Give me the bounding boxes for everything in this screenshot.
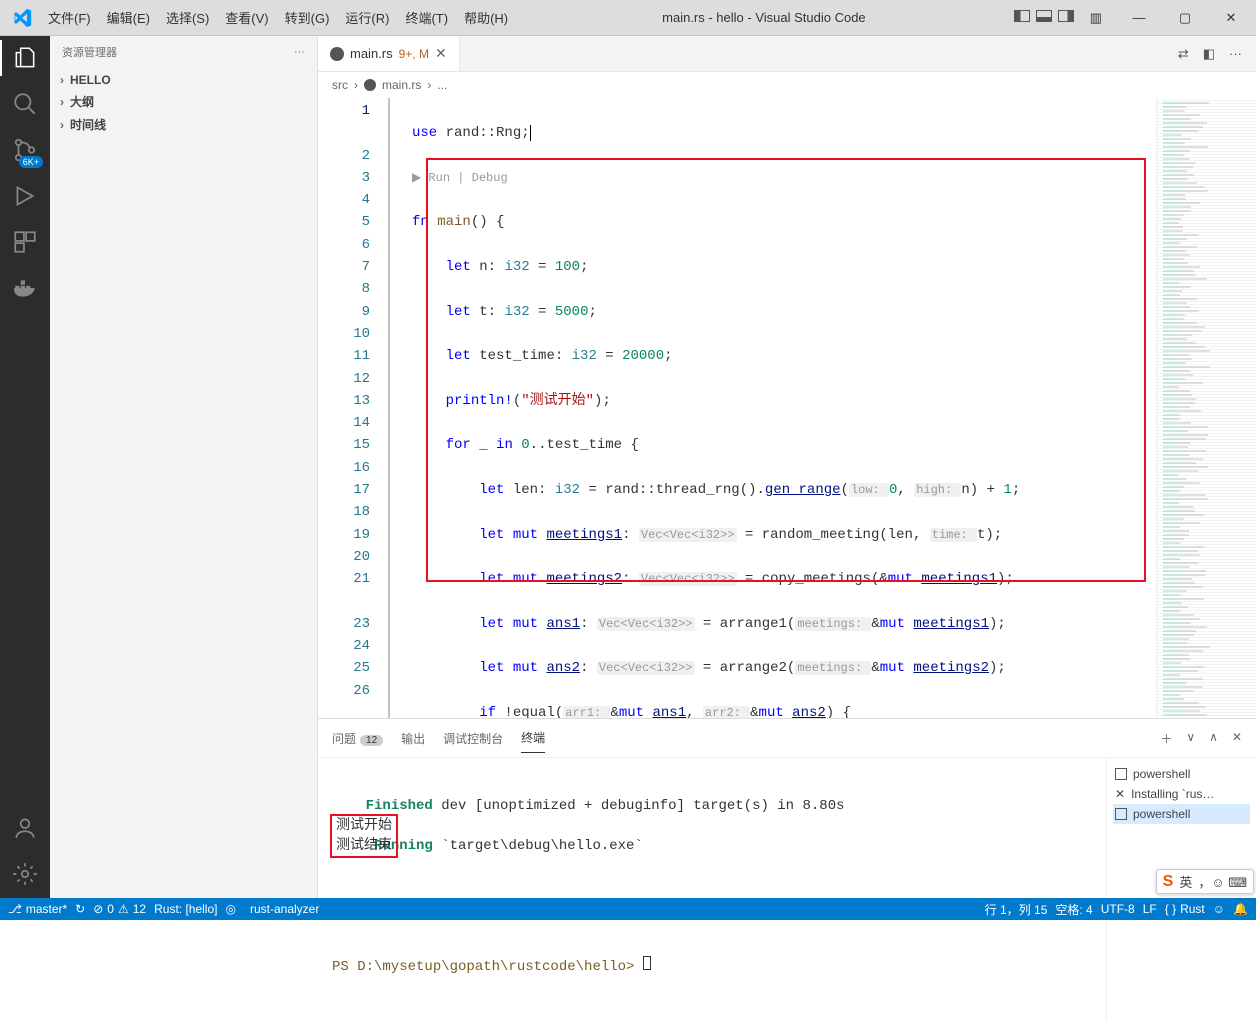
- menu-go[interactable]: 转到(G): [279, 4, 336, 31]
- new-terminal-icon[interactable]: ＋: [1160, 730, 1172, 747]
- toggle-secondary-icon[interactable]: [1058, 10, 1074, 22]
- extensions-icon[interactable]: [11, 228, 39, 256]
- search-icon[interactable]: [11, 90, 39, 118]
- tab-main-rs[interactable]: main.rs 9+, M ✕: [318, 36, 460, 71]
- editor[interactable]: 1 2 3 4 5 6 7 8 9 10 11 12 13 14 15 16 1…: [318, 98, 1256, 718]
- menu-view[interactable]: 查看(V): [219, 4, 274, 31]
- sidebar-title: 资源管理器: [62, 44, 117, 60]
- maximize-panel-icon[interactable]: ∧: [1209, 730, 1218, 747]
- window-controls: — ▢ ✕: [1122, 10, 1248, 26]
- code-content[interactable]: use rand::Rng; ▶ Run | Debug fn main() {…: [398, 98, 1156, 718]
- terminal-item[interactable]: powershell: [1113, 804, 1250, 824]
- toggle-sidebar-icon[interactable]: [1014, 10, 1030, 22]
- sidebar-more-icon[interactable]: ···: [294, 46, 305, 58]
- rust-project-status[interactable]: Rust: [hello]: [154, 902, 217, 916]
- sidebar-section-timeline[interactable]: ›时间线: [50, 113, 317, 136]
- source-control-icon[interactable]: 6K+: [11, 136, 39, 164]
- breadcrumbs[interactable]: src › main.rs › ...: [318, 72, 1256, 98]
- terminal-icon: [1115, 808, 1127, 820]
- tab-label: main.rs: [350, 46, 393, 61]
- docker-icon[interactable]: [11, 274, 39, 302]
- tools-icon: ✕: [1115, 787, 1125, 801]
- sidebar: 资源管理器 ··· ›HELLO ›大纲 ›时间线: [50, 36, 318, 898]
- broadcast-icon[interactable]: ◎: [225, 902, 235, 916]
- panel-tab-terminal[interactable]: 终端: [521, 723, 545, 753]
- terminal[interactable]: Finished dev [unoptimized + debuginfo] t…: [318, 758, 1106, 1020]
- rust-file-icon: [330, 47, 344, 61]
- language-status[interactable]: { } Rust: [1165, 902, 1205, 916]
- window-title: main.rs - hello - Visual Studio Code: [514, 10, 1014, 25]
- titlebar: 文件(F) 编辑(E) 选择(S) 查看(V) 转到(G) 运行(R) 终端(T…: [0, 0, 1256, 36]
- highlight-box: [426, 158, 1146, 582]
- sogou-icon: S: [1163, 873, 1174, 891]
- scm-badge: 6K+: [19, 156, 43, 168]
- breadcrumb-folder[interactable]: src: [332, 78, 348, 92]
- sync-status[interactable]: ↻: [75, 902, 85, 916]
- terminal-item[interactable]: powershell: [1113, 764, 1250, 784]
- editor-area: main.rs 9+, M ✕ ⇄ ◧ ··· src › main.rs › …: [318, 36, 1256, 898]
- errors-status[interactable]: ⊘ 0 ⚠ 12: [93, 902, 146, 916]
- customize-layout-icon[interactable]: ▥: [1090, 10, 1102, 26]
- menu-run[interactable]: 运行(R): [339, 4, 395, 31]
- close-icon[interactable]: ✕: [1214, 10, 1248, 26]
- tab-close-icon[interactable]: ✕: [435, 45, 447, 62]
- split-editor-icon[interactable]: ◧: [1203, 46, 1215, 62]
- tabbar: main.rs 9+, M ✕ ⇄ ◧ ···: [318, 36, 1256, 72]
- sidebar-section-hello[interactable]: ›HELLO: [50, 70, 317, 90]
- vscode-logo-icon: [12, 8, 32, 28]
- terminal-item[interactable]: ✕Installing `rus…: [1113, 784, 1250, 804]
- menu-help[interactable]: 帮助(H): [458, 4, 514, 31]
- branch-status[interactable]: ⎇ master*: [8, 902, 67, 916]
- menubar: 文件(F) 编辑(E) 选择(S) 查看(V) 转到(G) 运行(R) 终端(T…: [42, 4, 514, 31]
- menu-select[interactable]: 选择(S): [160, 4, 215, 31]
- settings-icon[interactable]: [11, 860, 39, 888]
- compare-icon[interactable]: ⇄: [1178, 46, 1189, 62]
- menu-edit[interactable]: 编辑(E): [101, 4, 156, 31]
- ime-indicator[interactable]: S 英，☺ ⌨: [1156, 869, 1254, 894]
- feedback-icon[interactable]: ☺: [1213, 902, 1225, 916]
- activitybar: 6K+: [0, 36, 50, 898]
- panel-tab-output[interactable]: 输出: [401, 724, 425, 753]
- bell-icon[interactable]: 🔔: [1233, 902, 1248, 916]
- explorer-icon[interactable]: [11, 44, 39, 72]
- rust-file-icon: [364, 79, 376, 91]
- account-icon[interactable]: [11, 814, 39, 842]
- panel-tab-debug[interactable]: 调试控制台: [443, 724, 503, 753]
- sidebar-section-outline[interactable]: ›大纲: [50, 90, 317, 113]
- tab-dirty-indicator: 9+, M: [399, 47, 429, 61]
- tab-more-icon[interactable]: ···: [1229, 46, 1242, 61]
- run-debug-icon[interactable]: [11, 182, 39, 210]
- close-panel-icon[interactable]: ✕: [1232, 730, 1242, 747]
- maximize-icon[interactable]: ▢: [1168, 10, 1202, 26]
- minimize-icon[interactable]: —: [1122, 10, 1156, 26]
- menu-file[interactable]: 文件(F): [42, 4, 97, 31]
- rust-analyzer-status[interactable]: rust-analyzer: [250, 902, 319, 916]
- line-gutter: 1 2 3 4 5 6 7 8 9 10 11 12 13 14 15 16 1…: [318, 98, 390, 718]
- menu-terminal[interactable]: 终端(T): [399, 4, 454, 31]
- terminal-icon: [1115, 768, 1127, 780]
- minimap[interactable]: [1156, 98, 1256, 718]
- layout-controls: ▥: [1014, 10, 1102, 26]
- panel: 问题12 输出 调试控制台 终端 ＋ ∨ ∧ ✕ Finished dev [u…: [318, 718, 1256, 898]
- output-highlight-box: 测试开始测试结束: [330, 814, 398, 858]
- eol-status[interactable]: LF: [1143, 902, 1157, 916]
- toggle-panel-icon[interactable]: [1036, 10, 1052, 22]
- terminal-dropdown-icon[interactable]: ∨: [1186, 730, 1195, 747]
- breadcrumb-file[interactable]: main.rs: [382, 78, 421, 92]
- breadcrumb-more[interactable]: ...: [437, 78, 447, 92]
- panel-tab-problems[interactable]: 问题12: [332, 724, 383, 753]
